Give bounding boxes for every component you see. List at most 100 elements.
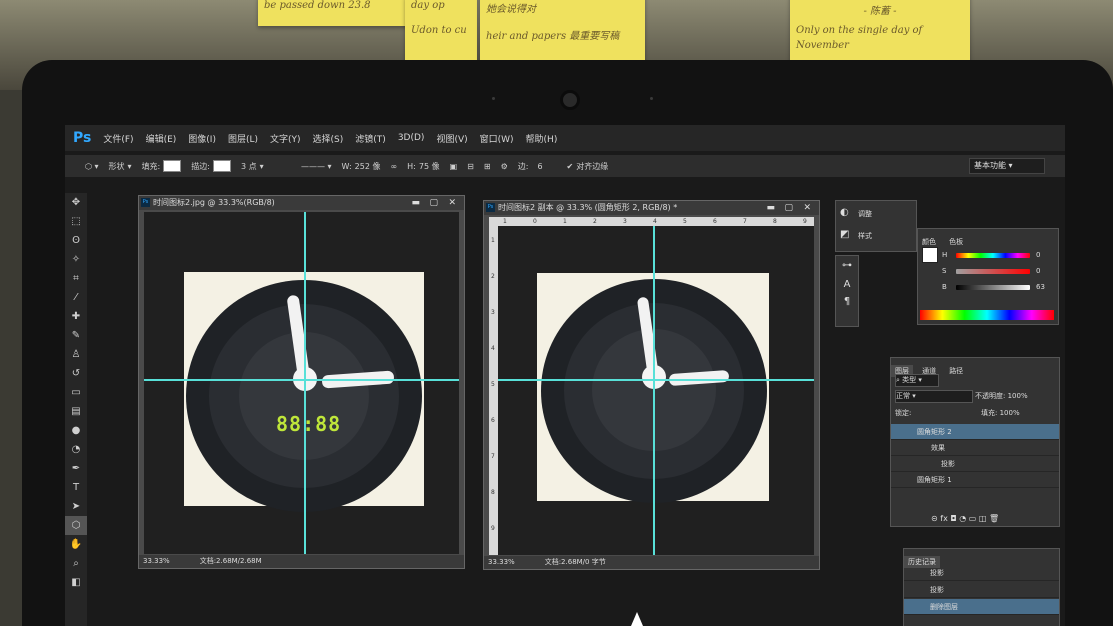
healing-brush-tool-icon[interactable]: ✚ <box>65 307 87 326</box>
layer-row[interactable]: 圆角矩形 2 <box>891 424 1059 440</box>
close-icon[interactable]: ✕ <box>448 196 456 210</box>
adjustments-label[interactable]: 调整 <box>858 209 872 219</box>
menu-view[interactable]: 视图(V) <box>436 132 467 145</box>
path-selection-tool-icon[interactable]: ➤ <box>65 497 87 516</box>
eraser-tool-icon[interactable]: ▭ <box>65 383 87 402</box>
align-edges-checkbox[interactable]: ✔ 对齐边缘 <box>567 161 609 172</box>
history-brush-tool-icon[interactable]: ↺ <box>65 364 87 383</box>
menu-layer[interactable]: 图层(L) <box>228 132 258 145</box>
color-spectrum-ramp[interactable] <box>920 310 1054 320</box>
vertical-guide[interactable] <box>653 226 655 555</box>
properties-icon[interactable]: ⊶ <box>836 260 858 271</box>
menu-select[interactable]: 选择(S) <box>313 132 344 145</box>
sides-field[interactable]: 边: 6 <box>518 161 543 172</box>
document-window-2[interactable]: Ps 时间图标2 副本 @ 33.3% (圆角矩形 2, RGB/8) * ▬ … <box>483 200 820 570</box>
minimize-icon[interactable]: ▬ <box>766 201 775 215</box>
width-field[interactable]: W: 252 像 <box>342 161 381 172</box>
path-operations-icon[interactable]: ▣ <box>450 162 458 171</box>
minimize-icon[interactable]: ▬ <box>411 196 420 210</box>
s-slider[interactable] <box>956 269 1030 274</box>
height-field[interactable]: H: 75 像 <box>407 161 439 172</box>
styles-label[interactable]: 样式 <box>858 231 872 241</box>
opacity-field[interactable]: 不透明度: 100% <box>975 391 1028 401</box>
sides-value: 6 <box>537 161 543 171</box>
workspace-select[interactable]: 基本功能 ▾ <box>969 158 1045 174</box>
layer-effects-row[interactable]: 效果 <box>891 440 1059 456</box>
fill-field[interactable]: 填充: 100% <box>981 408 1020 418</box>
type-tool-icon[interactable]: T <box>65 478 87 497</box>
ruler-number: 2 <box>593 218 597 225</box>
menu-help[interactable]: 帮助(H) <box>526 132 558 145</box>
layer-kind-filter[interactable]: ⌕ 类型 ▾ <box>895 374 939 387</box>
maximize-icon[interactable]: ▢ <box>784 201 793 215</box>
adjustments-icon[interactable]: ◐ <box>840 207 849 218</box>
canvas-area[interactable]: 1 0 1 2 3 4 5 6 7 8 9 1 2 3 4 5 6 7 8 9 <box>489 217 814 555</box>
horizontal-ruler[interactable]: 1 0 1 2 3 4 5 6 7 8 9 <box>489 217 814 226</box>
menu-3d[interactable]: 3D(D) <box>398 133 425 143</box>
close-icon[interactable]: ✕ <box>803 201 811 215</box>
clone-stamp-tool-icon[interactable]: ♙ <box>65 345 87 364</box>
styles-icon[interactable]: ◩ <box>840 229 849 240</box>
character-icon[interactable]: A <box>836 279 858 290</box>
history-row[interactable]: 投影 <box>904 565 1059 581</box>
blur-tool-icon[interactable]: ● <box>65 421 87 440</box>
history-row[interactable]: 投影 <box>904 582 1059 598</box>
menu-type[interactable]: 文字(Y) <box>270 132 301 145</box>
magic-wand-tool-icon[interactable]: ✧ <box>65 250 87 269</box>
b-slider[interactable] <box>956 285 1030 290</box>
vertical-guide[interactable] <box>304 212 306 554</box>
dodge-tool-icon[interactable]: ◔ <box>65 440 87 459</box>
zoom-level[interactable]: 33.33% <box>143 555 170 568</box>
paragraph-icon[interactable]: ¶ <box>836 296 858 307</box>
horizontal-guide[interactable] <box>498 379 814 381</box>
document-window-1[interactable]: Ps 时间图标2.jpg @ 33.3%(RGB/8) ▬ ▢ ✕ 88:88 … <box>138 195 465 569</box>
link-icon[interactable]: ∞ <box>390 162 397 171</box>
stroke-type-select[interactable]: ——— ▾ <box>301 162 332 171</box>
tool-preset-picker[interactable]: ⬡ ▾ <box>85 162 99 171</box>
h-value[interactable]: 0 <box>1036 251 1040 259</box>
move-tool-icon[interactable]: ✥ <box>65 193 87 212</box>
b-value[interactable]: 63 <box>1036 283 1045 291</box>
h-label: H <box>942 251 948 259</box>
shape-tool-icon[interactable]: ⬡ <box>65 516 87 535</box>
paths-tab[interactable]: 路径 <box>945 365 967 377</box>
stroke-size-select[interactable]: 3 点 ▾ <box>241 161 291 172</box>
menu-edit[interactable]: 编辑(E) <box>146 132 177 145</box>
path-alignment-icon[interactable]: ⊟ <box>467 162 474 171</box>
menu-window[interactable]: 窗口(W) <box>480 132 514 145</box>
layer-row[interactable]: 圆角矩形 1 <box>891 472 1059 488</box>
eyedropper-tool-icon[interactable]: ⁄ <box>65 288 87 307</box>
stroke-swatch[interactable] <box>212 160 231 172</box>
hand-tool-icon[interactable]: ✋ <box>65 535 87 554</box>
menu-image[interactable]: 图像(I) <box>188 132 216 145</box>
crop-tool-icon[interactable]: ⌗ <box>65 269 87 288</box>
color-swatches-icon[interactable]: ◧ <box>65 573 87 592</box>
gear-icon[interactable]: ⚙ <box>501 162 508 171</box>
layer-footer-icons[interactable]: ⊝ fx ◘ ◔ ▭ ◫ 🗑 <box>931 514 999 523</box>
swatches-tab[interactable]: 色板 <box>945 236 967 248</box>
fill-swatch[interactable] <box>163 160 182 172</box>
maximize-icon[interactable]: ▢ <box>429 196 438 210</box>
lasso-tool-icon[interactable]: ʘ <box>65 231 87 250</box>
mode-select[interactable]: 形状 ▾ <box>109 161 132 172</box>
fill-control[interactable]: 填充: <box>142 160 182 172</box>
menu-filter[interactable]: 滤镜(T) <box>355 132 386 145</box>
stroke-control[interactable]: 描边: <box>191 160 231 172</box>
brush-tool-icon[interactable]: ✎ <box>65 326 87 345</box>
gradient-tool-icon[interactable]: ▤ <box>65 402 87 421</box>
pen-tool-icon[interactable]: ✒ <box>65 459 87 478</box>
foreground-color-swatch[interactable] <box>922 247 938 263</box>
h-slider[interactable] <box>956 253 1030 258</box>
canvas-area[interactable]: 88:88 <box>144 212 459 554</box>
marquee-tool-icon[interactable]: ⬚ <box>65 212 87 231</box>
zoom-level[interactable]: 33.33% <box>488 556 515 569</box>
history-row[interactable]: 删除图层 <box>904 599 1059 615</box>
horizontal-guide[interactable] <box>144 379 459 381</box>
blend-mode-select[interactable]: 正常 ▾ <box>895 390 973 403</box>
menu-file[interactable]: 文件(F) <box>103 132 133 145</box>
zoom-tool-icon[interactable]: ⌕ <box>65 554 87 573</box>
layer-effect-row[interactable]: 投影 <box>891 456 1059 472</box>
s-value[interactable]: 0 <box>1036 267 1040 275</box>
vertical-ruler[interactable]: 1 2 3 4 5 6 7 8 9 <box>489 217 498 555</box>
path-arrangement-icon[interactable]: ⊞ <box>484 162 491 171</box>
